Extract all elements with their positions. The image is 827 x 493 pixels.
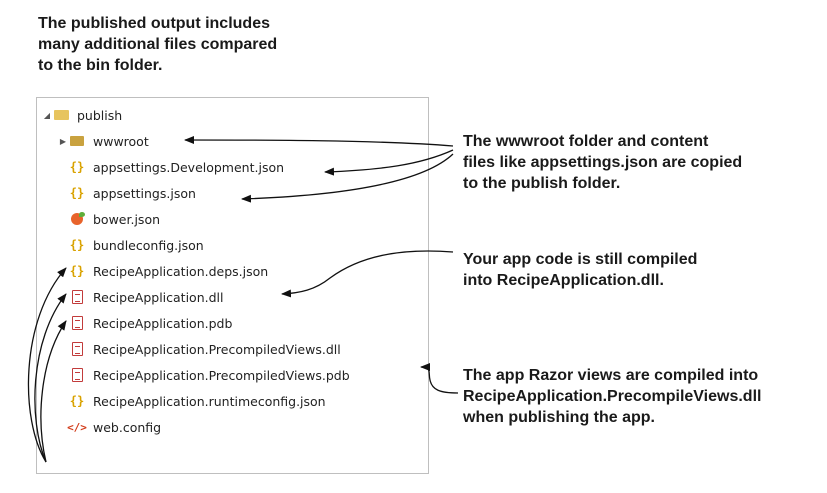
- tree-node-label: RecipeApplication.runtimeconfig.json: [93, 393, 326, 409]
- json-icon: {}: [69, 186, 85, 200]
- tree-node-label: publish: [77, 107, 123, 123]
- tree-node-label: bundleconfig.json: [93, 237, 204, 253]
- json-icon: {}: [69, 238, 85, 252]
- expanded-arrow-icon[interactable]: ◢: [41, 111, 53, 120]
- config-icon: </>: [67, 420, 87, 434]
- tree-node-label: RecipeApplication.deps.json: [93, 263, 269, 279]
- tree-node-label: RecipeApplication.PrecompiledViews.pdb: [93, 367, 350, 383]
- tree-node-app-dll[interactable]: RecipeApplication.dll: [69, 284, 223, 310]
- tree-node-label: wwwroot: [93, 133, 149, 149]
- tree-node-runtimeconfig[interactable]: {} RecipeApplication.runtimeconfig.json: [69, 388, 326, 414]
- tree-node-label: RecipeApplication.dll: [93, 289, 224, 305]
- tree-node-appsettings[interactable]: {} appsettings.json: [69, 180, 196, 206]
- tree-node-publish[interactable]: ◢ publish: [41, 102, 122, 128]
- bower-icon: [69, 211, 85, 227]
- dll-icon: [69, 289, 85, 305]
- tree-node-precompiled-pdb[interactable]: RecipeApplication.PrecompiledViews.pdb: [69, 362, 350, 388]
- folder-open-icon: [53, 107, 69, 123]
- tree-node-label: appsettings.Development.json: [93, 159, 285, 175]
- tree-node-label: bower.json: [93, 211, 161, 227]
- solution-explorer-panel: ◢ publish ▶ wwwroot {} appsettings.Devel…: [36, 97, 429, 474]
- tree-node-bundleconfig[interactable]: {} bundleconfig.json: [69, 232, 204, 258]
- pdb-icon: [69, 315, 85, 331]
- tree-node-appsettings-development[interactable]: {} appsettings.Development.json: [69, 154, 284, 180]
- callout-wwwroot-copied: The wwwroot folder and content files lik…: [463, 133, 743, 192]
- tree-node-deps-json[interactable]: {} RecipeApplication.deps.json: [69, 258, 268, 284]
- json-icon: {}: [69, 160, 85, 174]
- tree-node-label: RecipeApplication.pdb: [93, 315, 233, 331]
- collapsed-arrow-icon[interactable]: ▶: [57, 137, 69, 146]
- tree-node-label: web.config: [93, 419, 162, 435]
- tree-node-wwwroot[interactable]: ▶ wwwroot: [57, 128, 149, 154]
- callout-published-output: The published output includes many addit…: [38, 15, 278, 74]
- tree-node-bower[interactable]: bower.json: [69, 206, 160, 232]
- tree-node-app-pdb[interactable]: RecipeApplication.pdb: [69, 310, 232, 336]
- callout-razor-views: The app Razor views are compiled into Re…: [463, 367, 762, 426]
- tree-node-label: RecipeApplication.PrecompiledViews.dll: [93, 341, 341, 357]
- callout-app-code: Your app code is still compiled into Rec…: [463, 251, 698, 289]
- tree-node-label: appsettings.json: [93, 185, 196, 201]
- json-icon: {}: [69, 264, 85, 278]
- pdb-icon: [69, 367, 85, 383]
- tree-node-web-config[interactable]: </> web.config: [67, 414, 162, 440]
- dll-icon: [69, 341, 85, 357]
- json-icon: {}: [69, 394, 85, 408]
- folder-icon: [69, 133, 85, 149]
- tree-node-precompiled-dll[interactable]: RecipeApplication.PrecompiledViews.dll: [69, 336, 341, 362]
